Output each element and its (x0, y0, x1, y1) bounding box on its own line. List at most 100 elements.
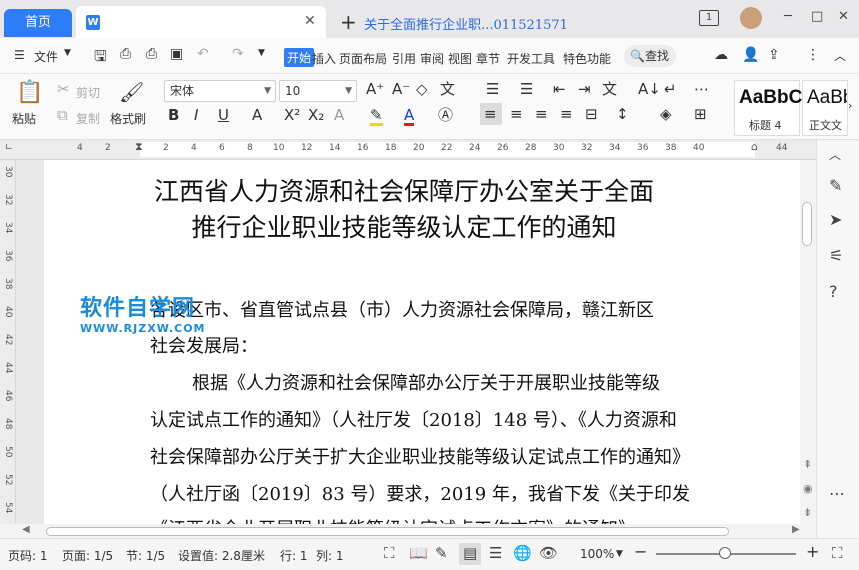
line-spacing-icon[interactable]: ↕ (616, 107, 629, 122)
avatar[interactable] (740, 7, 762, 29)
shading-icon[interactable]: ◈ (660, 107, 672, 122)
export-icon[interactable]: ⎙ (120, 46, 131, 62)
tab-stops-icon[interactable]: ⋯ (694, 82, 709, 97)
tab-document[interactable]: W 关于全面推行企业职...011521571 ✕ (76, 6, 568, 38)
fullscreen-view-icon[interactable]: ⛶ (384, 544, 395, 562)
shrink-font-icon[interactable]: A⁻ (392, 82, 410, 97)
menu-start[interactable]: 开始 (284, 48, 315, 67)
char-border-icon[interactable]: Ⓐ (438, 108, 453, 123)
menu-file[interactable]: 文件 (34, 48, 58, 65)
scroll-left-icon[interactable]: ◀ (22, 524, 30, 535)
menu-dev-tools[interactable]: 开发工具 (507, 50, 555, 67)
font-color-icon[interactable]: A (404, 108, 415, 126)
minimize-icon[interactable]: ─ (784, 9, 792, 24)
status-page[interactable]: 页码: 1 (8, 547, 48, 564)
maximize-icon[interactable]: □ (811, 9, 823, 24)
paste-icon[interactable]: 📋 (16, 82, 43, 104)
justify-icon[interactable]: ≡ (560, 107, 573, 122)
styles-more-chevron-icon[interactable]: › (848, 100, 852, 111)
write-mode-icon[interactable]: ✎ (435, 544, 448, 562)
sidebar-more-icon[interactable]: ⋯ (829, 484, 845, 503)
superscript-icon[interactable]: X² (284, 108, 300, 123)
format-painter-label[interactable]: 格式刷 (110, 110, 146, 127)
cloud-sync-icon[interactable]: ☁ (714, 47, 728, 63)
sort-icon[interactable]: A↓ (638, 82, 661, 97)
status-setting[interactable]: 设置值: 2.8厘米 (178, 547, 265, 564)
increase-indent-icon[interactable]: ⇥ (578, 82, 591, 97)
grow-font-icon[interactable]: A⁺ (366, 82, 384, 97)
print-preview-icon[interactable]: ▣ (170, 46, 183, 62)
font-name-select[interactable]: 宋体 ▼ (164, 80, 276, 102)
bullet-list-icon[interactable]: ☰ (486, 82, 499, 97)
sidebar-collapse-icon[interactable]: ︿ (829, 146, 841, 163)
collapse-ribbon-icon[interactable]: ︿ (834, 47, 846, 64)
bold-icon[interactable]: B (168, 108, 179, 123)
quick-access-chevron-icon[interactable]: ▼ (258, 48, 265, 58)
scroll-down-page-icon[interactable]: ⇟ (803, 506, 812, 519)
cut-label[interactable]: 剪切 (76, 84, 100, 101)
numbered-list-icon[interactable]: ☰ (520, 82, 533, 97)
format-painter-icon[interactable]: 🖌 (119, 82, 144, 102)
page-view-icon[interactable]: ▤ (463, 544, 477, 562)
outline-view-icon[interactable]: ☰ (489, 544, 502, 562)
save-icon[interactable]: 🖫 (94, 46, 107, 71)
new-tab-button[interactable]: + (340, 10, 357, 34)
cut-icon[interactable]: ✂ (57, 82, 70, 97)
document-page[interactable]: 江西省人力资源和社会保障厅办公室关于全面 推行企业职业技能等级认定工作的通知 各… (44, 160, 816, 524)
strikethrough-icon[interactable]: A (252, 108, 262, 123)
zoom-chevron-icon[interactable]: ▼ (616, 549, 623, 559)
sidebar-edit-icon[interactable]: ✎ (829, 176, 842, 195)
align-right-icon[interactable]: ≡ (535, 107, 548, 122)
redo-icon[interactable]: ↷ (232, 46, 244, 62)
decrease-indent-icon[interactable]: ⇤ (553, 82, 566, 97)
menu-view[interactable]: 视图 (448, 50, 472, 67)
vertical-scroll-thumb[interactable] (802, 202, 812, 246)
share-user-icon[interactable]: 👤 (742, 47, 759, 63)
menu-insert[interactable]: 插入 (312, 50, 336, 67)
font-size-select[interactable]: 10 ▼ (279, 80, 357, 102)
text-effect-icon[interactable]: A (334, 108, 344, 123)
close-window-icon[interactable]: ✕ (838, 9, 849, 24)
share-icon[interactable]: ⇪ (768, 47, 780, 63)
menu-special[interactable]: 特色功能 (563, 50, 611, 67)
close-tab-icon[interactable]: ✕ (304, 13, 316, 29)
underline-icon[interactable]: U (218, 108, 229, 123)
copy-label[interactable]: 复制 (76, 110, 100, 127)
menu-page-layout[interactable]: 页面布局 (339, 50, 387, 67)
more-icon[interactable]: ⋮ (806, 47, 820, 63)
zoom-in-icon[interactable]: + (806, 542, 819, 561)
undo-icon[interactable]: ↶ (197, 46, 209, 62)
zoom-out-icon[interactable]: − (634, 542, 647, 561)
menu-review[interactable]: 审阅 (420, 50, 444, 67)
zoom-slider-handle[interactable] (719, 547, 731, 559)
right-indent-marker-icon[interactable]: ⌂ (751, 140, 758, 153)
paste-label[interactable]: 粘贴 (12, 110, 36, 127)
horizontal-scroll-thumb[interactable] (46, 527, 729, 536)
left-indent-marker-icon[interactable]: ⧗ (135, 140, 143, 154)
subscript-icon[interactable]: X₂ (308, 108, 324, 123)
search-box[interactable]: 🔍查找 (624, 45, 676, 67)
print-icon[interactable]: ⎙ (146, 46, 157, 62)
copy-icon[interactable]: ⧉ (57, 108, 68, 123)
status-section[interactable]: 节: 1/5 (126, 547, 165, 564)
zoom-value[interactable]: 100% (580, 547, 614, 561)
highlight-icon[interactable]: ✎ (370, 108, 383, 126)
distribute-icon[interactable]: ⊟ (585, 107, 598, 122)
read-mode-icon[interactable]: 📖 (409, 544, 428, 562)
scroll-right-icon[interactable]: ▶ (792, 524, 800, 535)
show-marks-icon[interactable]: ↵ (664, 82, 677, 97)
scroll-select-icon[interactable]: ◉ (803, 482, 813, 495)
eye-protect-icon[interactable]: 👁 (539, 544, 558, 562)
sidebar-help-icon[interactable]: ? (829, 282, 838, 301)
chinese-layout-icon[interactable]: 文 (602, 82, 617, 97)
web-view-icon[interactable]: 🌐 (513, 544, 532, 562)
italic-icon[interactable]: I (194, 108, 198, 123)
fit-window-icon[interactable]: ⛶ (832, 544, 843, 562)
scroll-up-page-icon[interactable]: ⇞ (803, 458, 812, 471)
status-pages[interactable]: 页面: 1/5 (62, 547, 113, 564)
align-center-icon[interactable]: ≡ (510, 107, 523, 122)
pinyin-icon[interactable]: 文 (440, 82, 455, 97)
menu-chapter[interactable]: 章节 (476, 50, 500, 67)
tab-home[interactable]: 首页 (4, 9, 72, 37)
document-area[interactable]: 江西省人力资源和社会保障厅办公室关于全面 推行企业职业技能等级认定工作的通知 各… (16, 160, 816, 524)
